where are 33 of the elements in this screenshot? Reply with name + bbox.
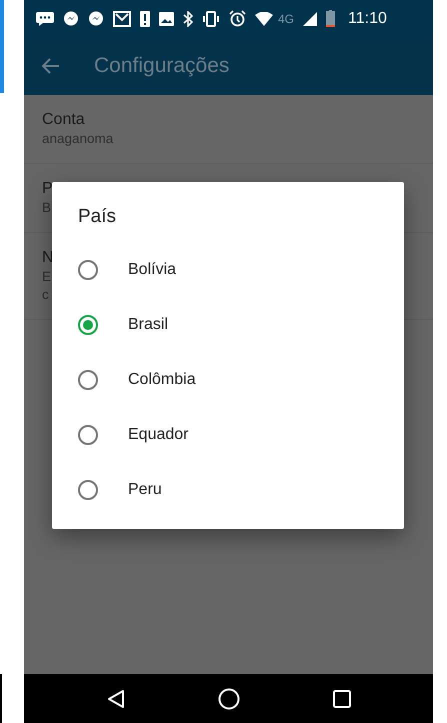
radio-button[interactable] — [78, 260, 98, 280]
image-icon — [159, 12, 174, 26]
message-icon — [36, 12, 54, 26]
chat-bubble-icon — [63, 10, 79, 26]
country-option[interactable]: Brasil — [52, 297, 404, 352]
alarm-icon — [229, 10, 246, 27]
window-edge — [0, 674, 2, 723]
mail-icon — [113, 10, 131, 26]
radio-button[interactable] — [78, 314, 98, 334]
country-option[interactable]: Colômbia — [52, 352, 404, 407]
screen-title: Configurações — [94, 53, 230, 80]
setting-title: N — [42, 248, 54, 268]
dialog-title: País — [77, 205, 118, 229]
overview-icon[interactable] — [332, 690, 350, 708]
radio-button[interactable] — [78, 480, 98, 500]
country-option[interactable]: Bolívia — [52, 242, 404, 297]
clock-time: 11:10 — [348, 8, 387, 28]
chat-bubble-icon — [88, 10, 104, 26]
radio-button[interactable] — [78, 424, 98, 444]
setting-title: P — [42, 179, 53, 199]
country-option[interactable]: Peru — [52, 462, 404, 517]
setting-title: Conta — [42, 110, 85, 130]
network-type-label: 4G — [278, 10, 294, 28]
radio-button[interactable] — [78, 370, 98, 390]
bluetooth-icon — [183, 10, 193, 26]
alert-icon — [140, 10, 150, 26]
vibrate-icon — [202, 10, 220, 26]
home-icon[interactable] — [218, 688, 240, 710]
signal-icon — [303, 12, 318, 26]
wifi-icon — [255, 12, 273, 26]
country-option[interactable]: Equador — [52, 407, 404, 462]
battery-icon — [326, 10, 336, 27]
setting-summary: anaganoma — [42, 130, 114, 148]
